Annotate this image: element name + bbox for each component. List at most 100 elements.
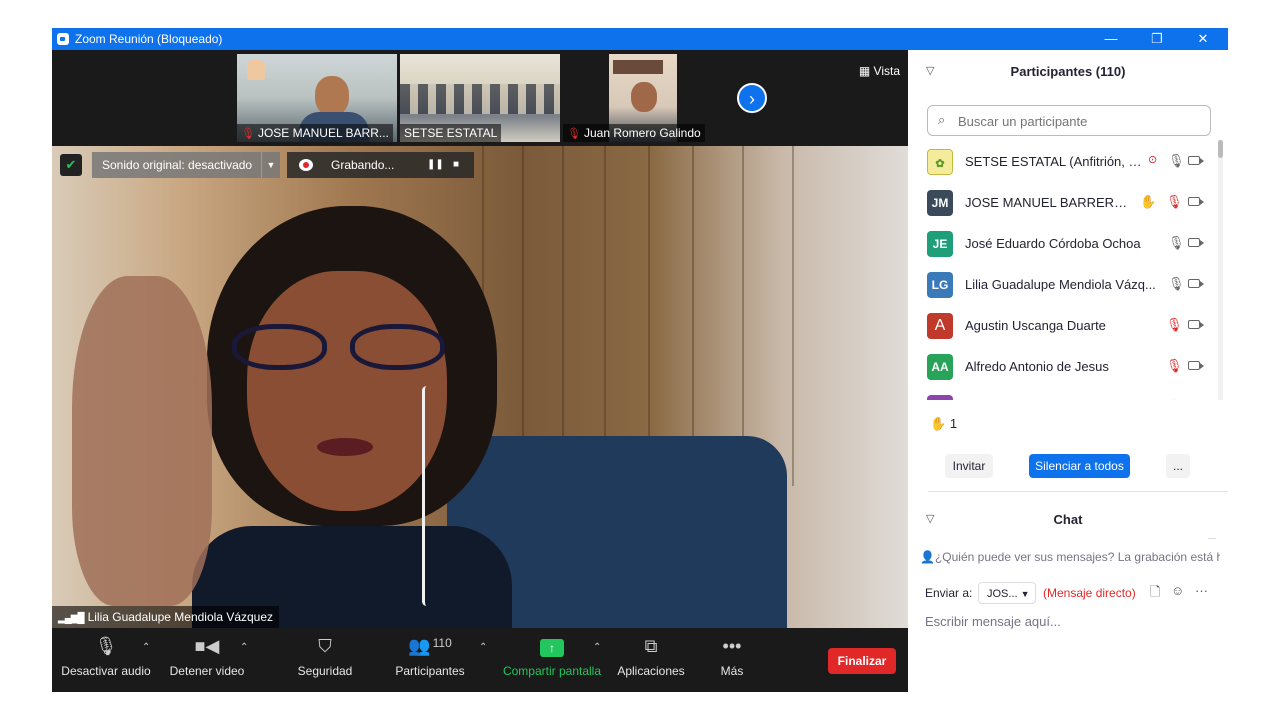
dropdown-caret-icon[interactable]: ▼ [261,152,280,178]
participant-row[interactable]: JM JOSE MANUEL BARRERA L... ✋ 🎙 [908,183,1220,224]
chat-title: Chat [1053,512,1083,527]
participant-name: SETSE ESTATAL (Anfitrión, yo) [965,154,1145,169]
participant-row[interactable]: 🎙 [908,388,1220,400]
share-screen-button[interactable]: ↑ Compartir pantalla [500,628,604,692]
participant-row[interactable]: AA Alfredo Antonio de Jesus 🎙 [908,347,1220,388]
recording-icon [299,159,313,171]
participant-list: ✿ SETSE ESTATAL (Anfitrión, yo) ⊙ 🎙 JM J… [908,142,1220,400]
invite-button[interactable]: Invitar [945,454,993,478]
thumbnail-jose-manuel[interactable]: 🎙 JOSE MANUEL BARR... [237,54,397,142]
original-sound-toggle[interactable]: Sonido original: desactivado ▼ [92,152,280,178]
mic-muted-icon[interactable]: 🎙 [1166,194,1183,210]
grid-icon: ▦ [858,64,874,78]
participant-name: Lilia Guadalupe Mendiola Vázq... [965,277,1156,292]
participant-row[interactable]: JE José Eduardo Córdoba Ochoa 🎙 [908,224,1220,265]
participants-button[interactable]: 👥 110 Participantes [392,628,468,692]
participant-row[interactable]: A Agustin Uscanga Duarte 🎙 [908,306,1220,347]
speaker-lips [317,438,373,456]
chevron-right-icon: › [749,89,755,109]
more-button[interactable]: ••• Más [712,628,752,692]
video-options-caret[interactable]: ⌃ [240,642,248,653]
video-camera-icon: ■◀ [194,636,220,656]
close-button[interactable]: ✕ [1180,28,1226,50]
speaker-name: Lilia Guadalupe Mendiola Vázquez [87,610,274,624]
participant-row[interactable]: ✿ SETSE ESTATAL (Anfitrión, yo) ⊙ 🎙 [908,142,1220,183]
share-options-caret[interactable]: ⌃ [593,642,601,653]
video-camera-icon[interactable] [1188,156,1204,165]
security-label: Seguridad [297,664,353,678]
send-to-select[interactable]: JOS... ▼ [978,582,1036,604]
thumbnail-name: SETSE ESTATAL [404,126,498,140]
window-title: Zoom Reunión (Bloqueado) [75,32,223,46]
avatar: AA [927,354,953,380]
thumbnail-caption: 🎙 JOSE MANUEL BARR... [237,124,393,142]
chat-header: ▽ Chat [908,498,1228,542]
more-dots-icon: ••• [722,636,742,656]
more-dots-icon[interactable]: ··· [1195,583,1208,598]
emoji-icon[interactable]: ☺ [1171,583,1184,598]
file-icon[interactable]: 🗋 [1150,583,1160,605]
participant-search[interactable]: ⌕ [927,105,1211,136]
participants-title: Participantes (110) [1010,64,1126,79]
more-options-button[interactable]: ... [1166,454,1190,478]
microphone-icon[interactable]: 🎙 [1168,276,1185,292]
video-camera-icon[interactable] [1188,279,1204,288]
participant-face [631,82,657,112]
mute-button[interactable]: 🎙 Desactivar audio [60,628,152,692]
avatar [927,395,953,400]
divider [928,491,1228,492]
participant-name: Agustin Uscanga Duarte [965,318,1106,333]
raised-hand-icon [247,60,265,80]
signal-icon: ▂▄▆█ [58,613,85,624]
video-camera-icon[interactable] [1188,320,1204,329]
send-to-value: JOS... [987,588,1018,600]
mic-muted-icon[interactable]: 🎙 [1166,358,1183,374]
earphone-cable [422,386,431,606]
thumbnail-juan-romero[interactable]: 🎙 Juan Romero Galindo [563,54,723,142]
video-button[interactable]: ■◀ Detener video [168,628,246,692]
end-meeting-button[interactable]: Finalizar [828,648,896,674]
participants-label: Participantes [395,664,465,678]
apps-button[interactable]: ⧉ Aplicaciones [616,628,686,692]
shield-icon: ⛉ [318,636,332,656]
raised-hands-count: ✋ 1 [930,416,957,432]
stop-recording-button[interactable]: ■ [453,152,459,178]
chat-input[interactable]: Escribir mensaje aquí... [925,614,1061,629]
participant-face [315,76,349,116]
thumbnail-setse-estatal[interactable]: SETSE ESTATAL [400,54,560,142]
chat-notice[interactable]: 👤¿Quién puede ver sus mensajes? La graba… [920,550,1220,564]
view-button[interactable]: ▦ Vista [859,64,900,78]
mute-all-button[interactable]: Silenciar a todos [1029,454,1130,478]
participant-row[interactable]: LG Lilia Guadalupe Mendiola Vázq... 🎙 [908,265,1220,306]
search-input[interactable] [956,111,1200,131]
video-camera-icon[interactable] [1188,361,1204,370]
mic-muted-icon[interactable]: 🎙 [1166,317,1183,333]
scrollbar-thumb[interactable] [1218,140,1223,158]
main-video: ✔ Sonido original: desactivado ▼ Graband… [52,146,908,628]
microphone-icon: 🎙 [94,636,118,656]
search-icon: ⌕ [938,112,946,127]
video-camera-icon[interactable] [1188,197,1204,206]
audio-options-caret[interactable]: ⌃ [142,642,150,653]
pause-recording-button[interactable]: ❚❚ [427,152,444,178]
zoom-app-icon [57,33,69,45]
microphone-icon[interactable]: 🎙 [1168,153,1185,169]
participants-options-caret[interactable]: ⌃ [479,642,487,653]
participant-list-scrollbar[interactable] [1218,140,1223,400]
security-button[interactable]: ⛉ Seguridad [294,628,356,692]
video-camera-icon[interactable] [1188,238,1204,247]
participants-count: 110 [432,636,452,650]
microphone-icon[interactable]: 🎙 [1168,235,1185,251]
mic-muted-icon[interactable]: 🎙 [1166,399,1183,400]
restore-button[interactable]: ❐ [1134,28,1180,50]
security-shield-icon[interactable]: ✔ [60,154,82,176]
minimize-button[interactable]: — [1088,28,1134,50]
title-bar: Zoom Reunión (Bloqueado) — ❐ ✕ [52,28,1228,50]
zoom-window: Zoom Reunión (Bloqueado) — ❐ ✕ 🎙 JOSE MAN… [52,28,1228,692]
next-page-button[interactable]: › [737,83,767,113]
avatar: A [927,313,953,339]
mute-label: Desactivar audio [61,664,151,678]
people-icon: 👥 110 [408,636,452,656]
more-label: Más [720,664,744,678]
meeting-area: 🎙 JOSE MANUEL BARR... SETSE ESTATAL 🎙 Juan… [52,50,908,692]
